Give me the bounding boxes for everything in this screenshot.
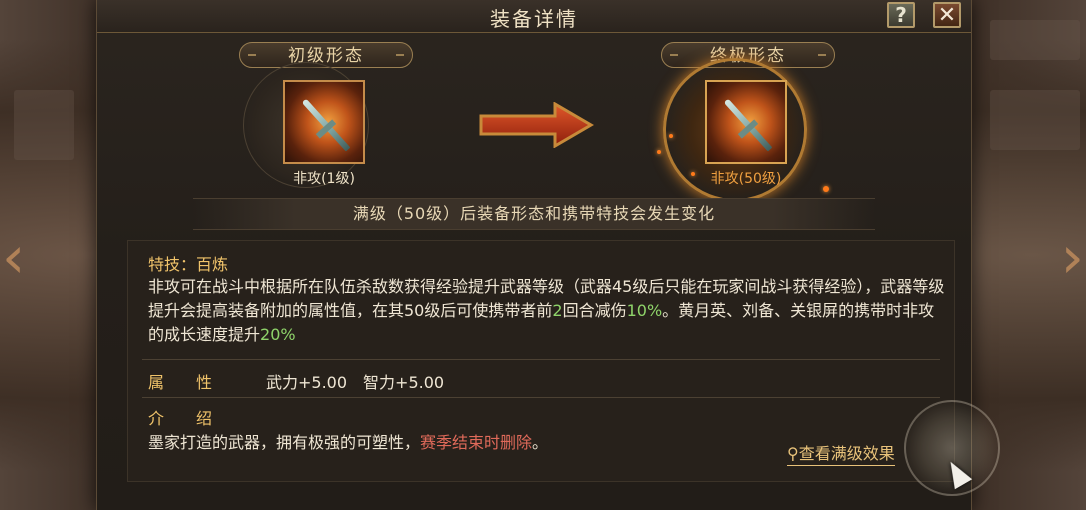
- final-item-icon[interactable]: [705, 80, 787, 164]
- intro-text-part: 。: [532, 433, 549, 452]
- divider: [142, 397, 940, 398]
- right-page-arrow-icon[interactable]: ›: [1061, 228, 1084, 286]
- equipment-detail-panel: 装备详情 ? ✕ 初级形态 终极形态 非攻(1级) 非攻(50级) 满级（50级…: [96, 0, 1000, 510]
- intro-text: 墨家打造的武器，拥有极强的可塑性，赛季结束时删除。: [148, 429, 548, 453]
- ember-particle: [691, 172, 695, 176]
- skill-damage-reduction-value: 10%: [626, 301, 663, 320]
- search-icon: ⚲: [787, 444, 799, 463]
- title-bar: 装备详情 ? ✕: [97, 0, 971, 33]
- final-item-name: 非攻(50级): [710, 171, 782, 187]
- panel-title: 装备详情: [490, 7, 578, 31]
- attributes-values: 武力+5.00 智力+5.00: [266, 373, 445, 392]
- attributes-label: 属 性: [148, 373, 213, 392]
- left-page-arrow-icon[interactable]: ‹: [2, 228, 25, 286]
- transform-arrow-icon: [479, 102, 594, 148]
- initial-form-label: 初级形态: [239, 42, 413, 68]
- view-max-effect-label: 查看满级效果: [798, 444, 895, 463]
- close-button[interactable]: ✕: [933, 2, 961, 28]
- skill-description-text: 回合减伤: [562, 301, 627, 320]
- ember-particle: [669, 134, 673, 138]
- max-level-notice: 满级（50级）后装备形态和携带特技会发生变化: [193, 198, 875, 230]
- intro-label: 介 绍: [148, 409, 213, 428]
- view-max-effect-link[interactable]: ⚲查看满级效果: [787, 440, 895, 466]
- ember-particle: [657, 150, 661, 154]
- ember-particle: [823, 186, 829, 192]
- divider: [142, 359, 940, 360]
- skill-rounds-value: 2: [552, 301, 563, 320]
- skill-description: 非攻可在战斗中根据所在队伍杀敌数获得经验提升武器等级（武器45级后只能在玩家间战…: [148, 275, 948, 347]
- skill-growth-value: 20%: [260, 325, 296, 344]
- background-plate: [990, 90, 1080, 150]
- background-plate: [990, 20, 1080, 60]
- initial-item-icon[interactable]: [283, 80, 365, 164]
- intro-text-part: 墨家打造的武器，拥有极强的可塑性，: [148, 433, 421, 452]
- skill-title: 特技：百炼: [148, 255, 229, 274]
- initial-item-name: 非攻(1级): [293, 171, 355, 187]
- season-delete-warning: 赛季结束时删除: [420, 433, 533, 452]
- background-plate: [14, 90, 74, 160]
- help-button[interactable]: ?: [887, 2, 915, 28]
